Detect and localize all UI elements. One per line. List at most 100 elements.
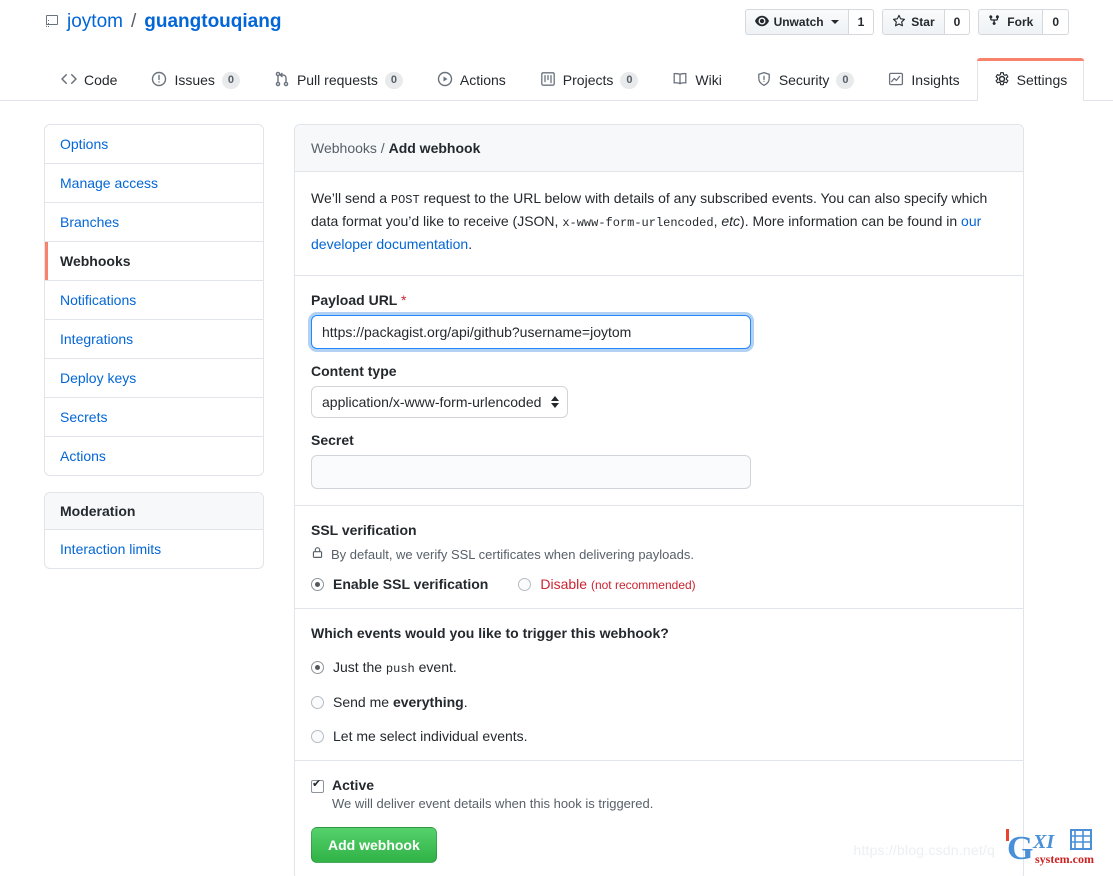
events-everything-radio[interactable]: [311, 696, 324, 709]
breadcrumb-webhooks-link[interactable]: Webhooks: [311, 140, 377, 156]
sidebar-item-options[interactable]: Options: [45, 125, 263, 164]
chevron-down-icon: [831, 20, 839, 24]
sidebar-item-interaction-limits[interactable]: Interaction limits: [45, 530, 263, 568]
payload-section: Payload URL * Content type application/x…: [295, 276, 1023, 505]
sidebar-item-deploy-keys[interactable]: Deploy keys: [45, 359, 263, 398]
events-individual-label: Let me select individual events.: [333, 728, 528, 744]
events-individual-radio[interactable]: [311, 730, 324, 743]
nav-item-pull-requests[interactable]: Pull requests 0: [257, 58, 420, 101]
ssl-enable-option[interactable]: Enable SSL verification: [311, 576, 488, 592]
events-option-individual[interactable]: Let me select individual events.: [311, 728, 1007, 744]
sidebar-item-webhooks[interactable]: Webhooks: [45, 242, 263, 281]
events-everything-suffix: .: [464, 694, 468, 710]
nav-label-code: Code: [84, 72, 117, 88]
ssl-disable-label: Disable (not recommended): [540, 576, 695, 592]
code-icon: [61, 71, 77, 90]
nav-label-projects: Projects: [563, 72, 614, 88]
svg-text:system.com: system.com: [1035, 852, 1094, 866]
repo-name-link[interactable]: guangtouqiang: [144, 11, 281, 33]
intro-part-4: ). More information can be found in: [740, 213, 961, 229]
ssl-verification-section: SSL verification By default, we verify S…: [295, 506, 1023, 608]
intro-italic-etc: etc: [721, 213, 740, 229]
ssl-disable-option[interactable]: Disable (not recommended): [518, 576, 695, 592]
events-option-push[interactable]: Just the push event.: [311, 659, 1007, 676]
repo-nav: Code Issues 0 Pull requests 0 A: [44, 58, 1084, 101]
issue-opened-icon: [151, 71, 167, 90]
nav-label-settings: Settings: [1017, 72, 1068, 88]
events-section: Which events would you like to trigger t…: [295, 609, 1023, 760]
add-webhook-button[interactable]: Add webhook: [311, 827, 437, 863]
ssl-enable-label: Enable SSL verification: [333, 576, 488, 592]
nav-label-pull-requests: Pull requests: [297, 72, 378, 88]
webhook-form-panel: Webhooks / Add webhook We’ll send a POST…: [294, 124, 1024, 876]
active-checkbox-row[interactable]: Active We will deliver event details whe…: [311, 777, 1007, 811]
fork-icon: [988, 14, 1002, 31]
repo-header-actions: Unwatch 1 Star 0: [745, 9, 1069, 35]
nav-label-insights: Insights: [911, 72, 959, 88]
sidebar-item-manage-access[interactable]: Manage access: [45, 164, 263, 203]
shield-icon: [756, 71, 772, 90]
ssl-enable-radio[interactable]: [311, 578, 324, 591]
secret-label: Secret: [311, 432, 1007, 448]
secret-input[interactable]: [311, 455, 751, 489]
intro-code-post: POST: [391, 193, 420, 207]
sidebar-item-secrets[interactable]: Secrets: [45, 398, 263, 437]
nav-label-wiki: Wiki: [695, 72, 721, 88]
nav-item-insights[interactable]: Insights: [871, 58, 976, 101]
sidebar-item-notifications[interactable]: Notifications: [45, 281, 263, 320]
book-icon: [672, 71, 688, 90]
sidebar-item-actions[interactable]: Actions: [45, 437, 263, 475]
git-pull-request-icon: [274, 71, 290, 90]
events-everything-bold: everything: [393, 694, 464, 710]
ssl-note-text: By default, we verify SSL certificates w…: [331, 547, 694, 562]
ssl-disable-radio[interactable]: [518, 578, 531, 591]
star-button[interactable]: Star: [882, 9, 943, 35]
star-count[interactable]: 0: [944, 9, 971, 35]
breadcrumb-separator: /: [377, 140, 389, 156]
active-checkbox[interactable]: [311, 780, 324, 793]
events-push-suffix: event.: [415, 659, 457, 675]
intro-part-1: We’ll send a: [311, 190, 391, 206]
page-root: joytom / guangtouqiang Unwatch 1: [0, 0, 1113, 876]
sidebar-item-branches[interactable]: Branches: [45, 203, 263, 242]
fork-button-group: Fork 0: [978, 9, 1069, 35]
payload-url-input[interactable]: [311, 315, 751, 349]
events-option-everything[interactable]: Send me everything.: [311, 694, 1007, 710]
nav-label-actions: Actions: [460, 72, 506, 88]
nav-item-wiki[interactable]: Wiki: [655, 58, 738, 101]
unwatch-button[interactable]: Unwatch: [745, 9, 848, 35]
nav-item-settings[interactable]: Settings: [977, 58, 1085, 101]
nav-item-code[interactable]: Code: [44, 58, 134, 101]
watch-count[interactable]: 1: [848, 9, 875, 35]
webhook-intro-text: We’ll send a POST request to the URL bel…: [311, 188, 1007, 255]
nav-item-actions[interactable]: Actions: [420, 58, 523, 101]
watch-button-group: Unwatch 1: [745, 9, 875, 35]
events-push-radio[interactable]: [311, 661, 324, 674]
intro-code-urlencoded: x-www-form-urlencoded: [562, 216, 713, 230]
play-icon: [437, 71, 453, 90]
events-push-prefix: Just the: [333, 659, 386, 675]
nav-counter-pull-requests: 0: [385, 72, 403, 89]
svg-text:G: G: [1007, 830, 1033, 867]
nav-item-projects[interactable]: Projects 0: [523, 58, 656, 101]
repo-owner-link[interactable]: joytom: [67, 11, 123, 33]
nav-item-issues[interactable]: Issues 0: [134, 58, 256, 101]
select-updown-icon: [551, 396, 559, 408]
content-type-select[interactable]: application/x-www-form-urlencoded: [311, 386, 568, 418]
ssl-radio-group: Enable SSL verification Disable (not rec…: [311, 576, 1007, 592]
sidebar-item-integrations[interactable]: Integrations: [45, 320, 263, 359]
gxi-logo-watermark: G XI system.com: [995, 826, 1107, 870]
svg-text:XI: XI: [1032, 831, 1055, 853]
fork-button-label: Fork: [1007, 15, 1033, 29]
breadcrumb: Webhooks / Add webhook: [295, 125, 1023, 172]
content-type-label: Content type: [311, 363, 1007, 379]
eye-icon: [755, 14, 769, 31]
nav-label-security: Security: [779, 72, 830, 88]
ssl-note: By default, we verify SSL certificates w…: [311, 546, 1007, 562]
fork-count[interactable]: 0: [1042, 9, 1069, 35]
nav-item-security[interactable]: Security 0: [739, 58, 872, 101]
content-type-selected-value: application/x-www-form-urlencoded: [322, 394, 541, 410]
gear-icon: [994, 71, 1010, 90]
ssl-disable-label-text: Disable: [540, 576, 587, 592]
fork-button[interactable]: Fork: [978, 9, 1042, 35]
